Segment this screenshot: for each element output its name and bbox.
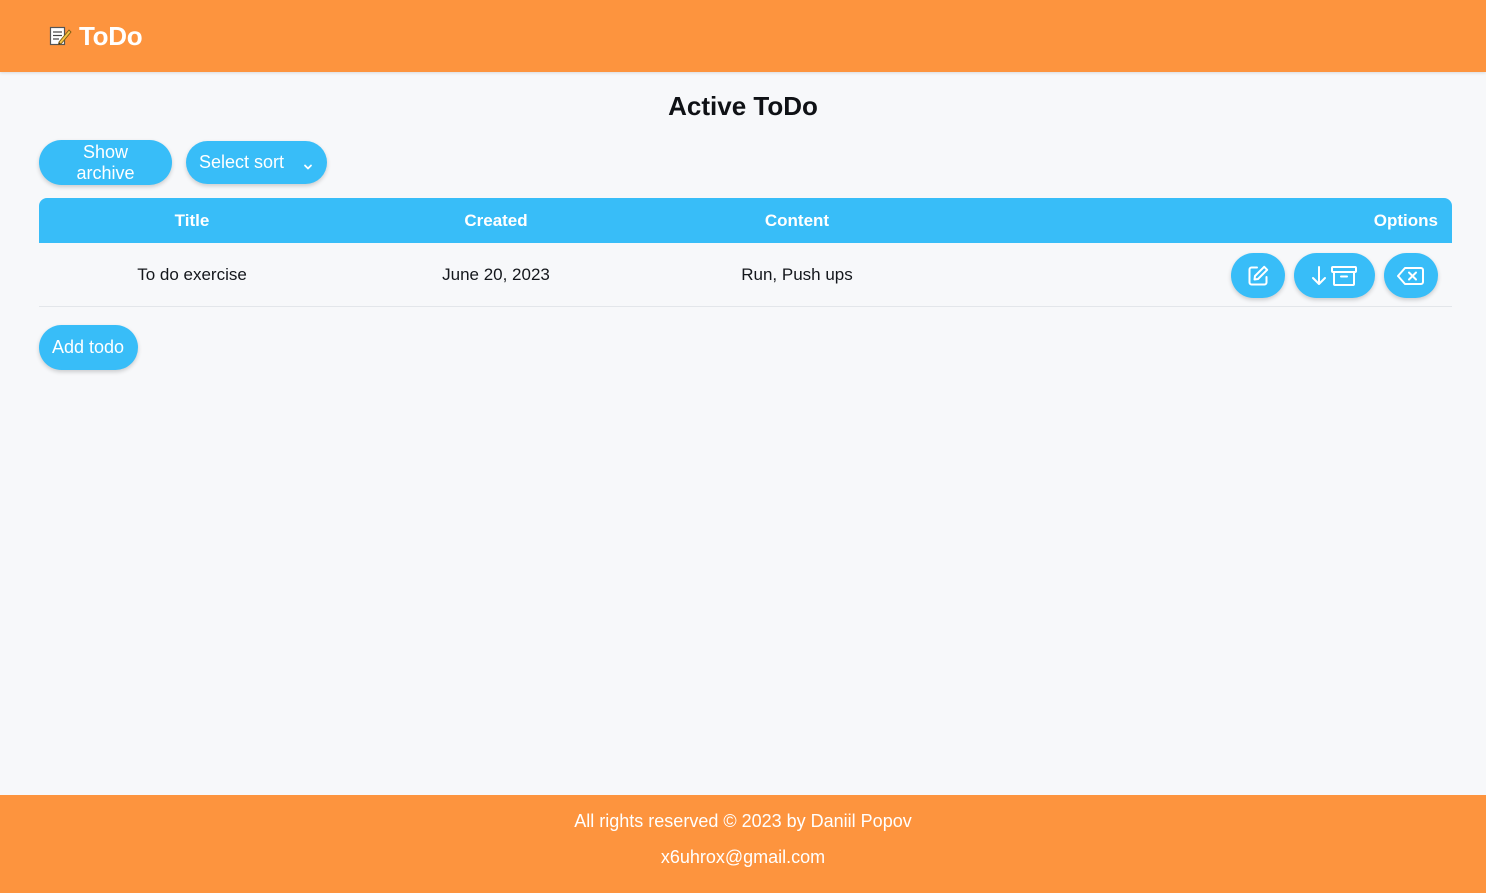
footer-copyright: All rights reserved © 2023 by Daniil Pop…: [574, 811, 912, 831]
brand-title: ToDo: [79, 20, 143, 51]
app-header: ToDo: [0, 0, 1486, 72]
sort-select[interactable]: Select sort: [186, 141, 327, 184]
todo-created-cell: June 20, 2023: [442, 265, 550, 284]
footer-email[interactable]: x6uhrox@gmail.com: [0, 847, 1486, 868]
edit-icon: [1245, 263, 1271, 289]
table-header: Title Created Content Options: [39, 198, 1452, 243]
sort-select-value: Select sort: [199, 152, 285, 172]
column-header-title: Title: [174, 211, 210, 230]
show-archive-button[interactable]: Show archive: [39, 140, 172, 185]
page-title: Active ToDo: [668, 91, 818, 121]
todo-content-cell: Run, Push ups: [741, 265, 853, 284]
todo-title-cell: To do exercise: [137, 265, 247, 284]
chevron-down-icon: [302, 157, 314, 169]
archive-button[interactable]: [1294, 253, 1375, 298]
todo-table: Title Created Content Options To do exer…: [39, 198, 1452, 307]
column-header-options: Options: [1373, 211, 1438, 230]
footer: All rights reserved © 2023 by Daniil Pop…: [0, 795, 1486, 893]
page: ToDo Active ToDo Show archive Select sor…: [0, 0, 1486, 893]
delete-button[interactable]: [1384, 253, 1438, 298]
column-header-created: Created: [464, 211, 528, 230]
edit-button[interactable]: [1231, 253, 1285, 298]
table-row: To do exercise June 20, 2023 Run, Push u…: [39, 243, 1452, 307]
brand[interactable]: ToDo: [49, 20, 143, 52]
delete-icon: [1396, 264, 1426, 288]
add-todo-button[interactable]: Add todo: [39, 325, 138, 370]
archive-icon: [1310, 263, 1360, 289]
column-header-content: Content: [764, 211, 830, 230]
memo-icon: [49, 25, 72, 47]
